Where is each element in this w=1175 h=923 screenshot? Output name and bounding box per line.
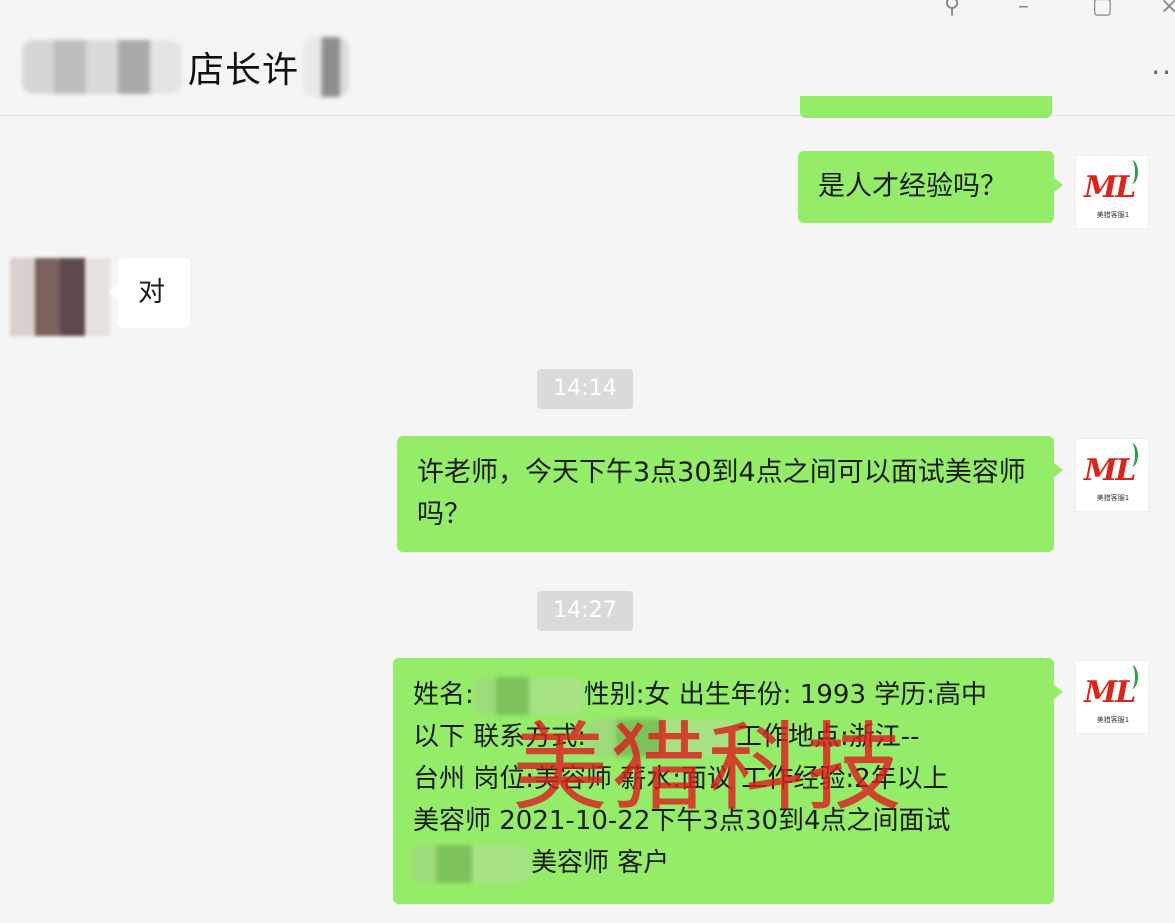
redacted-text (473, 676, 584, 715)
contact-avatar[interactable] (10, 258, 110, 336)
message-bubble-outgoing[interactable]: 姓名: 性别:女 出生年份: 1993 学历:高中 以下 联系方式: 工作地点:浙江… (393, 658, 1063, 904)
my-avatar[interactable]: ML 美猎客服1 (1075, 660, 1149, 734)
chat-title-text: 店长许 (188, 50, 300, 91)
timestamp: 14:27 (537, 591, 633, 631)
logo-subtext: 美猎客服1 (1096, 494, 1130, 502)
message-bubble-outgoing[interactable]: 是人才经验吗？ (798, 151, 1063, 223)
logo-subtext: 美猎客服1 (1096, 211, 1130, 219)
message-text: 以下 联系方式: (413, 722, 587, 752)
message-line: 姓名: 性别:女 出生年份: 1993 学历:高中 (413, 674, 1034, 716)
more-options-icon[interactable]: ·· (1151, 56, 1173, 89)
my-avatar[interactable]: ML 美猎客服1 (1075, 438, 1149, 512)
minimize-icon[interactable]: – (1018, 0, 1029, 19)
redacted-text (413, 844, 531, 883)
previous-message-bubble[interactable] (800, 96, 1052, 118)
message-line: 美容师 客户 (413, 842, 1034, 884)
message-bubble-outgoing[interactable]: 许老师，今天下午3点30到4点之间可以面试美容师吗？ (397, 436, 1063, 552)
message-text: 是人才经验吗？ (818, 171, 1007, 202)
leaf-icon (1125, 665, 1138, 689)
maximize-icon[interactable]: ▢ (1092, 0, 1113, 19)
message-text: 姓名: (413, 680, 474, 710)
leaf-icon (1125, 443, 1138, 467)
message-text: 工作地点:浙江-- (736, 722, 920, 752)
redacted-text (586, 718, 737, 757)
redacted-name (303, 37, 350, 97)
logo-subtext: 美猎客服1 (1096, 716, 1130, 724)
pin-icon[interactable]: ⚲ (944, 0, 960, 19)
redacted-name (22, 40, 182, 94)
message-text: 性别:女 出生年份: 1993 学历:高中 (583, 680, 988, 710)
leaf-icon (1125, 160, 1138, 184)
chat-title: 店长许 (22, 34, 350, 100)
message-bubble-incoming[interactable]: 对 (109, 258, 190, 328)
message-line: 台州 岗位:美容师 薪水:面议 工作经验:2年以上 (413, 764, 949, 794)
message-text: 美容师 客户 (531, 848, 670, 878)
message-line: 以下 联系方式: 工作地点:浙江-- (413, 716, 1034, 758)
message-text: 对 (138, 277, 165, 308)
close-icon[interactable]: × (1160, 0, 1175, 19)
timestamp: 14:14 (537, 369, 633, 409)
message-line: 美容师 2021-10-22下午3点30到4点之间面试 (413, 806, 951, 836)
my-avatar[interactable]: ML 美猎客服1 (1075, 155, 1149, 229)
message-text: 许老师，今天下午3点30到4点之间可以面试美容师吗？ (417, 457, 1026, 530)
